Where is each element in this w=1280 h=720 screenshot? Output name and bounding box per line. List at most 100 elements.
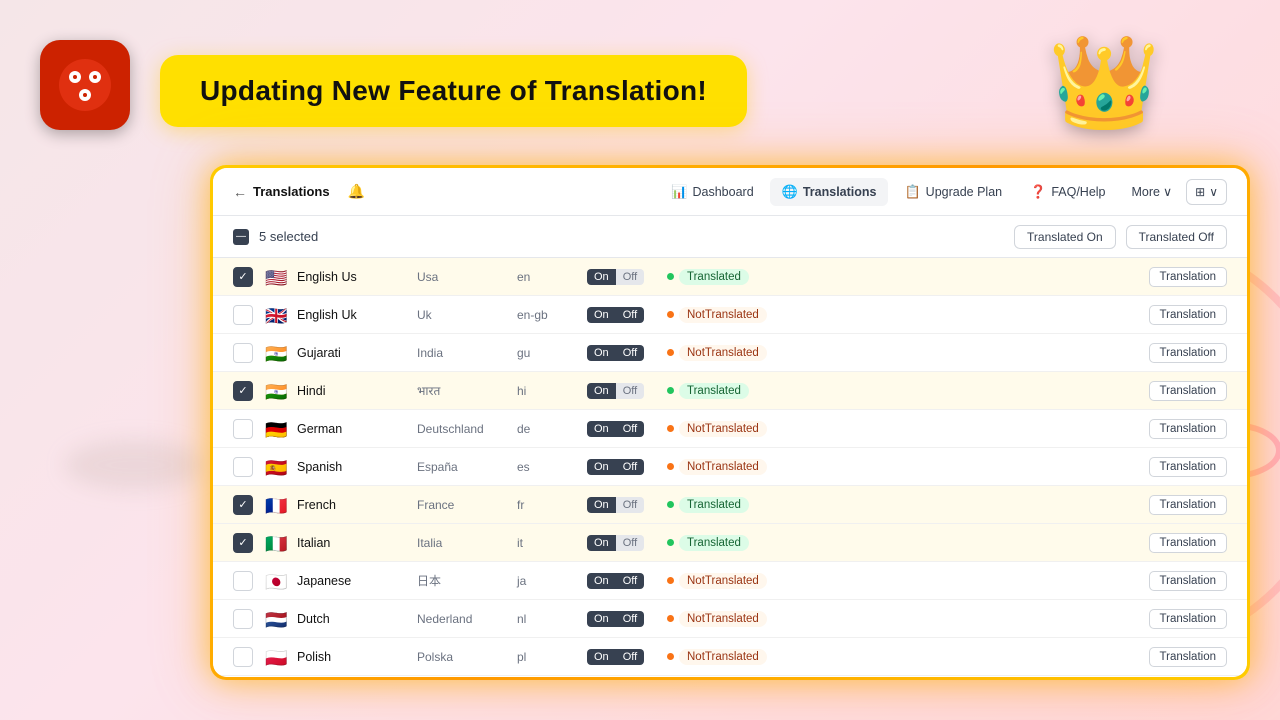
toggle-on-button[interactable]: On xyxy=(587,649,616,665)
select-all-checkbox[interactable]: — xyxy=(233,229,249,245)
translation-button[interactable]: Translation xyxy=(1149,419,1227,439)
toggle-on-button[interactable]: On xyxy=(587,269,616,285)
toggle-on-button[interactable]: On xyxy=(587,459,616,475)
row-checkbox[interactable] xyxy=(233,647,253,667)
status-dot-icon xyxy=(667,387,674,394)
table-row: 🇳🇱 Dutch Nederland nl On Off NotTranslat… xyxy=(213,600,1247,638)
toggle-off-button[interactable]: Off xyxy=(616,345,644,361)
more-chevron-icon: ∨ xyxy=(1163,184,1172,199)
row-checkbox[interactable] xyxy=(233,419,253,439)
row-region: Deutschland xyxy=(417,422,517,436)
translation-button[interactable]: Translation xyxy=(1149,267,1227,287)
toggle-on-button[interactable]: On xyxy=(587,345,616,361)
toggle-off-button[interactable]: Off xyxy=(616,307,644,323)
row-toggle[interactable]: On Off xyxy=(587,269,667,285)
row-toggle[interactable]: On Off xyxy=(587,611,667,627)
table-row: ✓ 🇮🇹 Italian Italia it On Off Translated… xyxy=(213,524,1247,562)
row-checkbox[interactable] xyxy=(233,571,253,591)
toggle-off-button[interactable]: Off xyxy=(616,459,644,475)
row-flag: 🇺🇸 xyxy=(265,269,289,285)
row-checkbox[interactable] xyxy=(233,343,253,363)
toggle-off-button[interactable]: Off xyxy=(616,421,644,437)
translation-button[interactable]: Translation xyxy=(1149,381,1227,401)
row-toggle[interactable]: On Off xyxy=(587,345,667,361)
toggle-off-button[interactable]: Off xyxy=(616,269,644,285)
row-toggle[interactable]: On Off xyxy=(587,421,667,437)
toggle-off-button[interactable]: Off xyxy=(616,535,644,551)
row-language-code: hi xyxy=(517,384,587,398)
row-action: Translation xyxy=(1137,381,1227,401)
translation-button[interactable]: Translation xyxy=(1149,533,1227,553)
toggle-off-button[interactable]: Off xyxy=(616,573,644,589)
grid-chevron-icon: ∨ xyxy=(1209,185,1218,199)
row-toggle[interactable]: On Off xyxy=(587,535,667,551)
row-language-code: pl xyxy=(517,650,587,664)
row-language-name: French xyxy=(297,498,417,512)
translation-button[interactable]: Translation xyxy=(1149,343,1227,363)
crown-decoration: 👑 xyxy=(1048,30,1160,135)
row-toggle[interactable]: On Off xyxy=(587,573,667,589)
table-row: 🇵🇱 Polish Polska pl On Off NotTranslated… xyxy=(213,638,1247,676)
status-badge: Translated xyxy=(679,269,749,285)
row-checkbox[interactable] xyxy=(233,609,253,629)
nav-faq[interactable]: ❓ FAQ/Help xyxy=(1018,178,1117,206)
toggle-off-button[interactable]: Off xyxy=(616,649,644,665)
translation-button[interactable]: Translation xyxy=(1149,571,1227,591)
nav-upgrade-label: Upgrade Plan xyxy=(926,185,1002,199)
nav-translations-title: Translations xyxy=(253,184,330,199)
toggle-on-button[interactable]: On xyxy=(587,383,616,399)
row-toggle[interactable]: On Off xyxy=(587,649,667,665)
status-badge: NotTranslated xyxy=(679,649,767,665)
translation-button[interactable]: Translation xyxy=(1149,495,1227,515)
translation-button[interactable]: Translation xyxy=(1149,609,1227,629)
nav-translations[interactable]: 🌐 Translations xyxy=(770,178,889,206)
row-action: Translation xyxy=(1137,495,1227,515)
bell-icon[interactable]: 🔔 xyxy=(348,183,365,200)
status-dot-icon xyxy=(667,311,674,318)
translation-button[interactable]: Translation xyxy=(1149,647,1227,667)
row-region: Polska xyxy=(417,650,517,664)
nav-more-button[interactable]: More ∨ xyxy=(1122,178,1183,205)
status-dot-icon xyxy=(667,501,674,508)
page-title: Updating New Feature of Translation! xyxy=(200,75,707,106)
toggle-on-button[interactable]: On xyxy=(587,307,616,323)
nav-dashboard[interactable]: 📊 Dashboard xyxy=(659,178,765,206)
toggle-on-button[interactable]: On xyxy=(587,611,616,627)
translation-button[interactable]: Translation xyxy=(1149,305,1227,325)
title-banner: Updating New Feature of Translation! xyxy=(160,55,747,127)
status-dot-icon xyxy=(667,425,674,432)
row-checkbox[interactable]: ✓ xyxy=(233,267,253,287)
status-badge: NotTranslated xyxy=(679,307,767,323)
nav-grid-button[interactable]: ⊞ ∨ xyxy=(1186,179,1227,205)
toggle-on-button[interactable]: On xyxy=(587,421,616,437)
translated-on-button[interactable]: Translated On xyxy=(1014,225,1116,249)
status-dot-icon xyxy=(667,653,674,660)
row-region: Uk xyxy=(417,308,517,322)
row-toggle[interactable]: On Off xyxy=(587,383,667,399)
row-checkbox[interactable] xyxy=(233,457,253,477)
toggle-off-button[interactable]: Off xyxy=(616,611,644,627)
table-scroll-area[interactable]: ✓ 🇺🇸 English Us Usa en On Off Translated… xyxy=(213,258,1247,677)
translation-button[interactable]: Translation xyxy=(1149,457,1227,477)
row-language-name: English Uk xyxy=(297,308,417,322)
row-toggle[interactable]: On Off xyxy=(587,497,667,513)
toggle-on-button[interactable]: On xyxy=(587,535,616,551)
nav-upgrade[interactable]: 📋 Upgrade Plan xyxy=(892,178,1014,206)
translated-off-button[interactable]: Translated Off xyxy=(1126,225,1227,249)
row-checkbox[interactable] xyxy=(233,305,253,325)
toggle-on-button[interactable]: On xyxy=(587,573,616,589)
row-checkbox[interactable]: ✓ xyxy=(233,381,253,401)
status-dot-icon xyxy=(667,577,674,584)
row-language-name: Spanish xyxy=(297,460,417,474)
row-checkbox[interactable]: ✓ xyxy=(233,495,253,515)
row-toggle[interactable]: On Off xyxy=(587,307,667,323)
row-flag: 🇮🇳 xyxy=(265,345,289,361)
toggle-off-button[interactable]: Off xyxy=(616,383,644,399)
toggle-on-button[interactable]: On xyxy=(587,497,616,513)
row-checkbox[interactable]: ✓ xyxy=(233,533,253,553)
nav-back-button[interactable]: ← Translations xyxy=(233,184,330,200)
row-action: Translation xyxy=(1137,457,1227,477)
row-toggle[interactable]: On Off xyxy=(587,459,667,475)
table-row: 🇯🇵 Japanese 日本 ja On Off NotTranslated T… xyxy=(213,562,1247,600)
toggle-off-button[interactable]: Off xyxy=(616,497,644,513)
